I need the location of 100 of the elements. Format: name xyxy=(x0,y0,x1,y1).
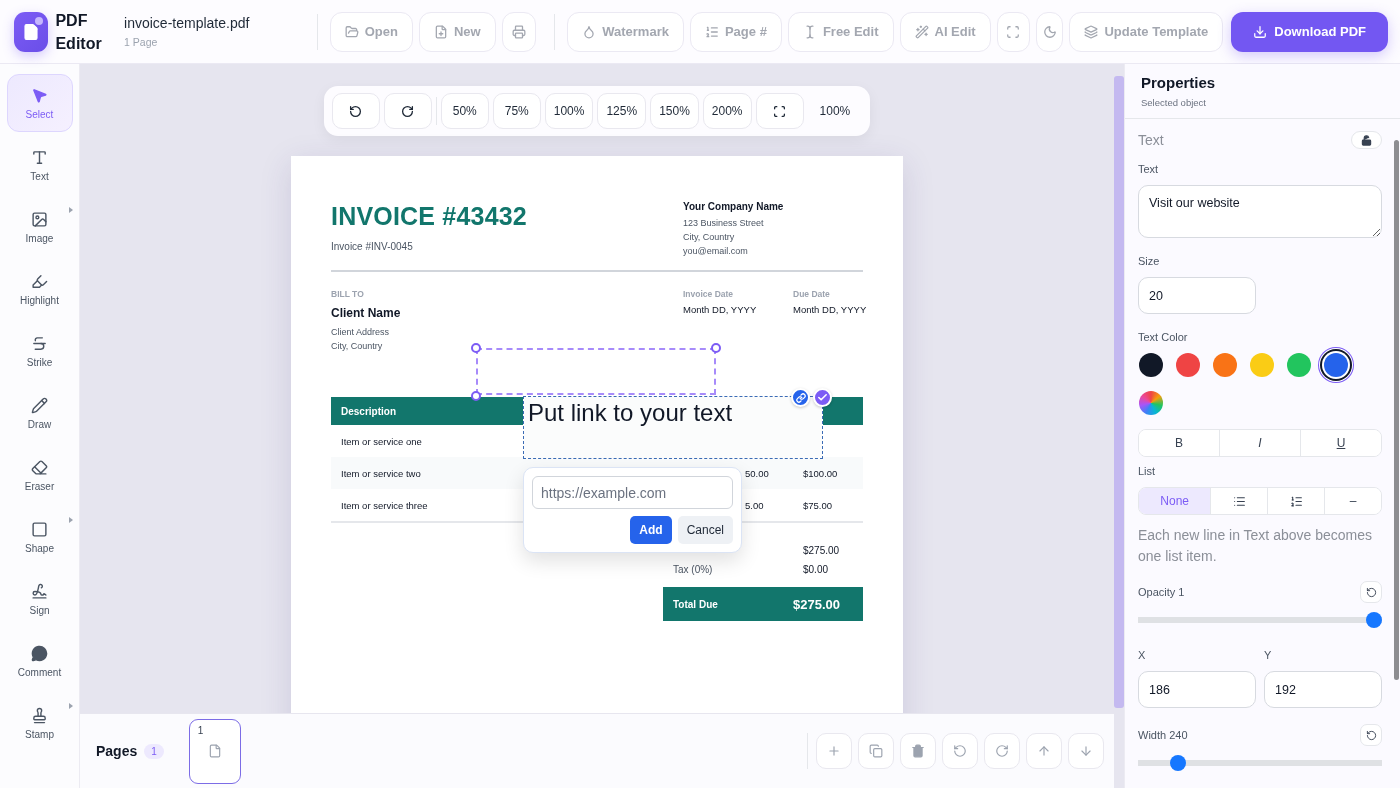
section-label: BILL TO xyxy=(331,289,364,299)
numbered-list-icon xyxy=(704,24,719,39)
download-button[interactable]: Download PDF xyxy=(1231,11,1388,52)
list-hint: Each new line in Text above becomes one list item. xyxy=(1138,526,1373,566)
magic-wand-icon xyxy=(914,24,929,39)
resize-handle[interactable] xyxy=(471,391,481,401)
tool-button[interactable]: Select xyxy=(6,74,73,132)
color-swatch[interactable] xyxy=(1250,353,1274,377)
underline-button[interactable]: U xyxy=(1300,430,1381,456)
zoom-preset-button[interactable]: 200% xyxy=(702,93,752,129)
stamp-icon xyxy=(31,706,48,724)
tool-button[interactable]: Image xyxy=(6,198,73,256)
rotate-right-button[interactable] xyxy=(984,733,1020,769)
field-label: Text xyxy=(1138,163,1160,175)
add-page-button[interactable] xyxy=(816,733,852,769)
image-icon xyxy=(31,210,48,228)
droplet-icon xyxy=(582,24,597,39)
text-field[interactable]: Visit our website xyxy=(1138,185,1382,238)
zoom-preset-button[interactable]: 50% xyxy=(440,93,489,129)
resize-handle[interactable] xyxy=(711,343,721,353)
cancel-button[interactable]: Cancel xyxy=(677,516,733,544)
custom-color-button[interactable] xyxy=(1139,391,1163,415)
list-option[interactable]: – xyxy=(1324,488,1381,514)
link-icon xyxy=(795,392,806,403)
tool-button[interactable]: Stamp xyxy=(6,694,73,752)
trash-icon xyxy=(911,744,925,758)
panel-title: Properties xyxy=(1141,74,1217,91)
color-swatch[interactable] xyxy=(1213,353,1237,377)
text-box-text: Put link to your text xyxy=(528,399,734,427)
resize-handle[interactable] xyxy=(471,343,481,353)
page-count: 1 Page xyxy=(124,36,159,48)
signature-icon xyxy=(31,582,48,600)
date-value: Month DD, YYYY xyxy=(683,304,758,315)
panel-subtitle: Selected object xyxy=(1141,97,1207,108)
field-label: Y xyxy=(1264,649,1273,661)
slider-thumb[interactable] xyxy=(1169,755,1186,771)
zoom-preset-button[interactable]: 125% xyxy=(597,93,647,129)
tax-label: Tax (0%) xyxy=(673,564,714,575)
undo-icon xyxy=(349,104,363,118)
tool-button[interactable]: Text xyxy=(6,136,73,194)
size-field[interactable]: 20 xyxy=(1138,277,1256,314)
cursor-icon xyxy=(31,86,48,104)
opacity-label: Opacity 1 xyxy=(1138,586,1185,598)
table-cell: Item or service two xyxy=(341,467,421,479)
tool-button[interactable]: Draw xyxy=(6,384,73,442)
page-thumbnail[interactable]: 1 xyxy=(188,718,241,784)
tool-button[interactable]: Strike xyxy=(6,322,73,380)
copy-icon xyxy=(869,744,883,758)
tool-button[interactable]: Shape xyxy=(6,508,73,566)
tool-button[interactable]: Comment xyxy=(6,632,73,690)
speech-bubble-icon xyxy=(31,644,48,662)
tool-button[interactable]: Eraser xyxy=(6,446,73,504)
tool-button[interactable]: Highlight xyxy=(6,260,73,318)
url-field[interactable]: https://example.com xyxy=(532,476,733,509)
field-label: List xyxy=(1138,465,1157,477)
scrollbar[interactable] xyxy=(1394,140,1399,680)
reset-button[interactable] xyxy=(1360,581,1382,603)
zoom-preset-button[interactable]: 75% xyxy=(492,93,541,129)
numbered-list-icon xyxy=(1289,494,1303,508)
unlock-icon xyxy=(1361,134,1372,146)
moon-icon xyxy=(1042,24,1057,39)
rotate-left-button[interactable] xyxy=(942,733,978,769)
plus-icon xyxy=(827,744,841,758)
list-option[interactable]: None xyxy=(1139,488,1211,514)
table-cell: 50.00 xyxy=(745,467,769,479)
undo-button[interactable] xyxy=(331,93,380,129)
width-label: Width 240 xyxy=(1138,729,1188,741)
highlighter-icon xyxy=(31,272,48,290)
color-swatch[interactable] xyxy=(1139,353,1163,377)
pages-title: Pages xyxy=(96,743,138,759)
check-icon xyxy=(817,392,828,403)
lock-button[interactable] xyxy=(1351,131,1382,149)
zoom-preset-button[interactable]: 100% xyxy=(544,93,594,129)
document-name: invoice-template.pdf xyxy=(124,15,251,31)
fit-button[interactable] xyxy=(755,93,804,129)
company-detail: City, Country xyxy=(683,232,736,242)
x-field[interactable]: 186 xyxy=(1138,671,1256,708)
duplicate-page-button[interactable] xyxy=(858,733,894,769)
color-swatch[interactable] xyxy=(1287,353,1311,377)
zoom-preset-button[interactable]: 150% xyxy=(650,93,699,129)
arrow-up-icon xyxy=(1037,744,1051,758)
add-button[interactable]: Add xyxy=(630,516,672,544)
scrollbar[interactable] xyxy=(1114,76,1124,708)
field-label: Size xyxy=(1138,255,1161,267)
reset-button[interactable] xyxy=(1360,724,1382,746)
rotate-right-icon xyxy=(995,744,1009,758)
y-field[interactable]: 192 xyxy=(1264,671,1382,708)
slider-thumb[interactable] xyxy=(1366,612,1382,628)
delete-page-button[interactable] xyxy=(900,733,936,769)
rotate-left-icon xyxy=(953,744,967,758)
submenu-caret-icon xyxy=(68,207,73,213)
color-swatch[interactable] xyxy=(1176,353,1200,377)
company-name: Your Company Name xyxy=(683,201,785,212)
tool-button[interactable]: Sign xyxy=(6,570,73,628)
client-detail: City, Country xyxy=(331,341,383,351)
text-box[interactable]: Put link to your text xyxy=(523,396,823,459)
client-name: Client Name xyxy=(331,306,401,320)
strikethrough-icon xyxy=(31,334,48,352)
redo-button[interactable] xyxy=(383,93,432,129)
download-icon xyxy=(1253,24,1268,39)
